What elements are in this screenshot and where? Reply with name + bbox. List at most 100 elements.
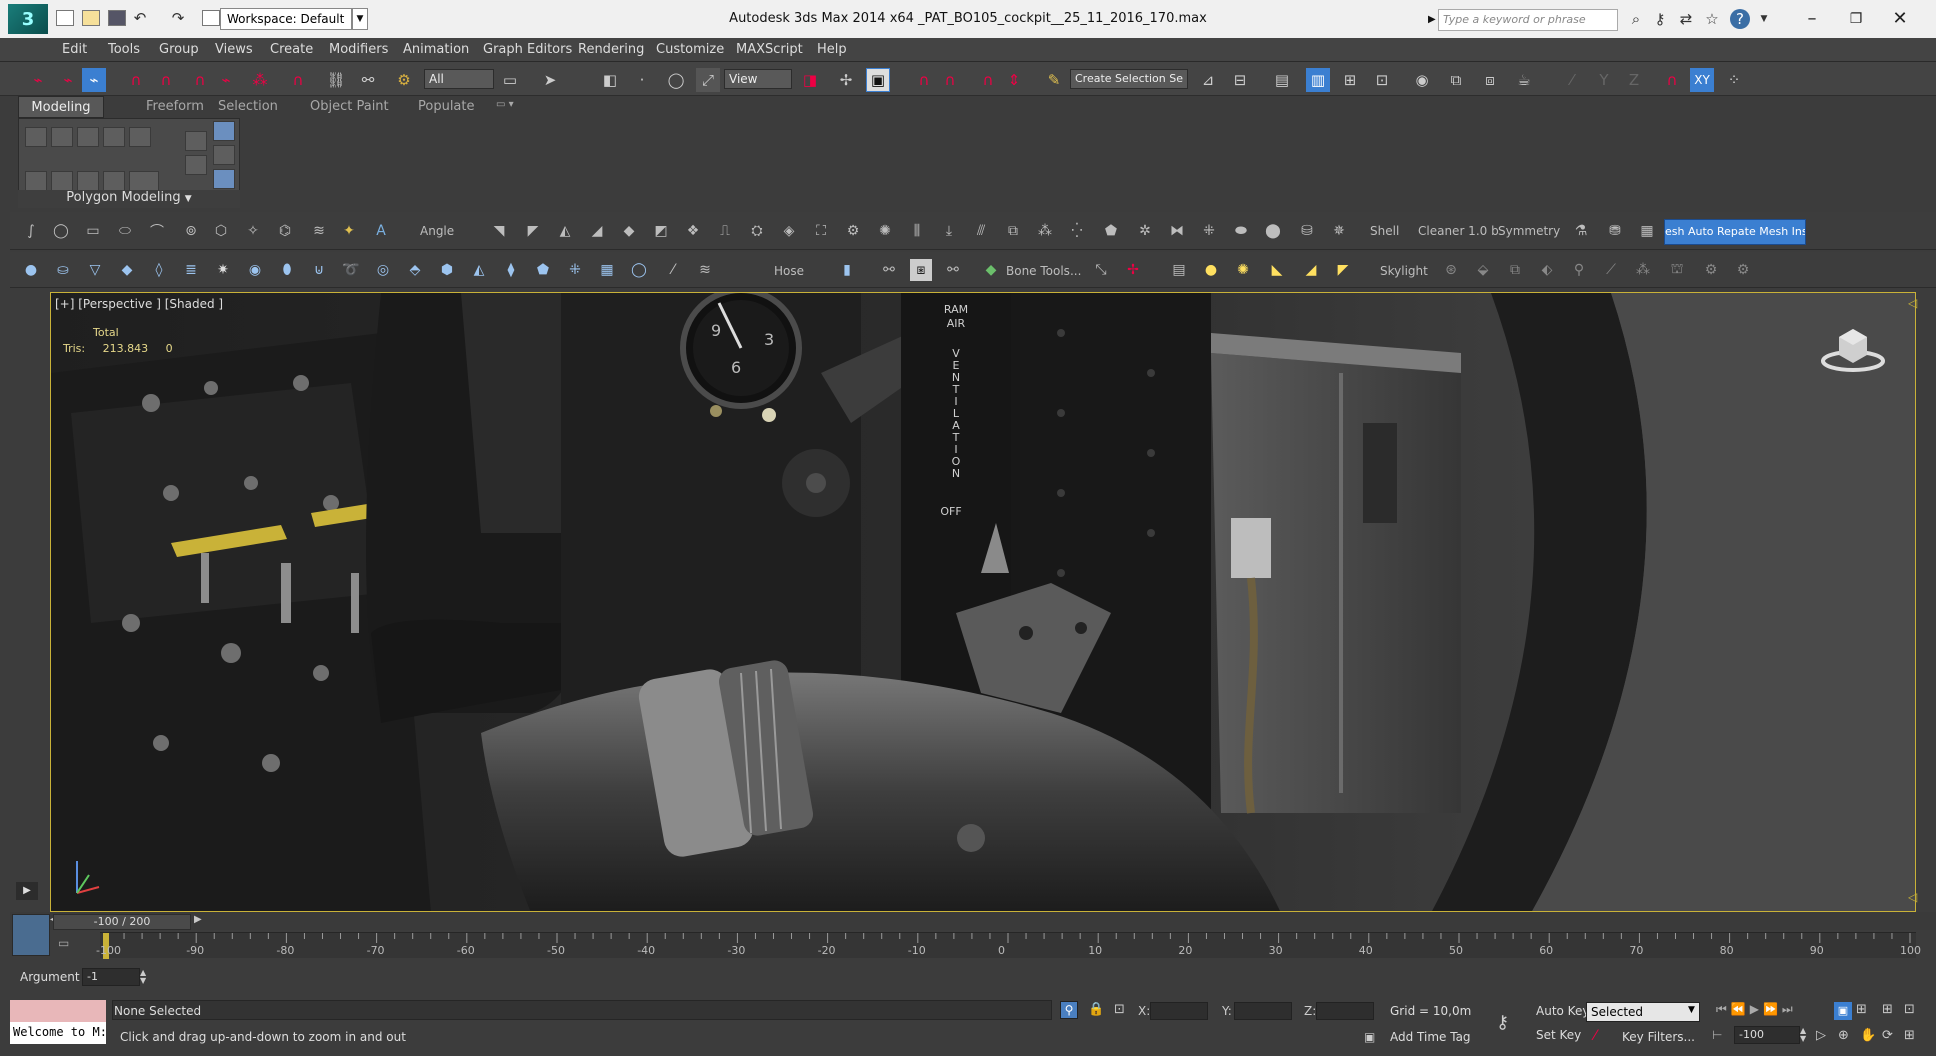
helper-icon[interactable]: ⬙ [1472, 259, 1494, 281]
modifier-icon[interactable]: ⁂ [1034, 220, 1056, 242]
magnet-icon[interactable]: ∩ [124, 68, 148, 92]
magnet-icon[interactable]: ∩ [286, 68, 310, 92]
spinner-snap-icon[interactable]: ⇕ [1002, 68, 1026, 92]
rectangle-select-icon[interactable]: ◧ [598, 68, 622, 92]
hose-label[interactable]: Hose [774, 264, 804, 278]
modifier-icon[interactable]: ⬤ [1262, 220, 1284, 242]
viewport-label[interactable]: [+] [Perspective ] [Shaded ] [55, 297, 223, 311]
menu-item-tools[interactable]: Tools [108, 42, 140, 57]
zoom-icon[interactable]: ⊞ [1856, 1002, 1867, 1017]
viewport-corner-arrow-icon[interactable]: ◁ [1908, 296, 1917, 310]
save-file-icon[interactable] [108, 10, 126, 26]
ribbon-tool-icon[interactable] [213, 145, 235, 165]
pyramid-icon[interactable]: ⬘ [404, 259, 426, 281]
script-icon[interactable]: ⛃ [1604, 220, 1626, 242]
ik-icon[interactable]: ⤡ [1090, 259, 1112, 281]
tab-selection[interactable]: Selection [218, 99, 278, 114]
xy-plane-icon[interactable]: XY [1690, 68, 1714, 92]
y-coord-field[interactable] [1234, 1002, 1292, 1020]
pipe-icon[interactable]: ⁄ [662, 259, 684, 281]
current-frame-field[interactable]: -100 [1734, 1026, 1800, 1044]
orbit-icon[interactable]: ⟳ [1882, 1028, 1893, 1043]
menu-item-create[interactable]: Create [270, 42, 313, 57]
named-selection-set-dropdown[interactable]: Create Selection Se [1070, 69, 1188, 89]
percent-snap-icon[interactable]: ∩ [976, 68, 1000, 92]
modifier-icon[interactable]: ✺ [874, 220, 896, 242]
auto-key-button[interactable]: Auto Key [1536, 1004, 1589, 1018]
axis-constraint-icon[interactable]: ⁄ [1560, 68, 1584, 92]
ribbon-tool-icon[interactable] [77, 171, 99, 191]
modifier-icon[interactable]: ⧉ [1002, 220, 1024, 242]
exchange-icon[interactable]: ⇄ [1676, 9, 1696, 29]
plane-icon[interactable]: ◊ [148, 259, 170, 281]
modifier-icon[interactable]: ⛁ [1296, 220, 1318, 242]
box-icon[interactable]: ◆ [116, 259, 138, 281]
capsule-icon[interactable]: ▮ [836, 259, 858, 281]
magnet-icon[interactable]: ⌁ [214, 68, 238, 92]
tab-object-paint[interactable]: Object Paint [310, 99, 389, 114]
track-bar-icon[interactable]: ▭ [58, 936, 78, 954]
key-filters-button[interactable]: Key Filters... [1622, 1030, 1695, 1044]
maxscript-listener-input[interactable]: Welcome to M: [10, 1022, 106, 1044]
project-folder-icon[interactable] [202, 10, 220, 26]
scene-explorer-icon[interactable]: ▥ [1306, 68, 1330, 92]
geosphere-icon[interactable]: ◉ [244, 259, 266, 281]
camera-icon[interactable]: ▤ [1168, 259, 1190, 281]
modifier-icon[interactable]: ⤓ [938, 220, 960, 242]
symmetry-label[interactable]: Symmetry [1498, 224, 1560, 238]
ribbon-tool-icon[interactable] [25, 127, 47, 147]
bind-icon[interactable]: ⚙ [392, 68, 416, 92]
new-file-icon[interactable] [56, 10, 74, 26]
mirror-icon[interactable]: ⊿ [1196, 68, 1220, 92]
menu-item-rendering[interactable]: Rendering [578, 42, 644, 57]
modifier-icon[interactable]: ⫼ [906, 220, 928, 242]
torus-icon[interactable]: ◎ [372, 259, 394, 281]
ribbon-tool-icon[interactable] [103, 127, 125, 147]
script-icon[interactable]: ⚗ [1570, 220, 1592, 242]
pan-icon[interactable]: ✋ [1860, 1028, 1876, 1043]
3dsmax-logo-icon[interactable]: 3 [8, 4, 48, 34]
capsule-icon[interactable]: ⬮ [276, 259, 298, 281]
modifier-icon[interactable]: ⁛ [1066, 220, 1088, 242]
add-time-tag[interactable]: Add Time Tag [1390, 1030, 1471, 1044]
zoom-region-icon[interactable]: ⊕ [1838, 1028, 1849, 1043]
modifier-icon[interactable]: ◤ [522, 220, 544, 242]
helper-icon[interactable]: ⚙ [1700, 259, 1722, 281]
zoom-extents-icon[interactable]: ⊡ [1904, 1002, 1915, 1017]
cone-icon[interactable]: ▽ [84, 259, 106, 281]
ribbon-tool-icon[interactable] [25, 171, 47, 191]
star-icon[interactable]: ✧ [242, 220, 264, 242]
grid-icon[interactable]: ▦ [596, 259, 618, 281]
selection-filter-dropdown[interactable]: All [424, 69, 494, 89]
menu-item-modifiers[interactable]: Modifiers [329, 42, 388, 57]
egg-icon[interactable]: ✦ [338, 220, 360, 242]
modifier-icon[interactable]: ⛭ [746, 220, 768, 242]
lattice-icon[interactable]: ⁜ [564, 259, 586, 281]
open-file-icon[interactable] [82, 10, 100, 26]
absolute-mode-icon[interactable]: ⊡ [1114, 1002, 1125, 1017]
material-editor-icon[interactable]: ◉ [1410, 68, 1434, 92]
time-slider[interactable] [10, 912, 1936, 930]
set-key-button[interactable]: Set Key [1536, 1028, 1584, 1048]
rectangle-icon[interactable]: ▭ [82, 220, 104, 242]
perspective-viewport[interactable]: 6 3 9 RAM AIR V E N T I L A T I O N OFF [50, 292, 1916, 912]
cleaner-label[interactable]: Cleaner 1.0 b [1418, 224, 1499, 238]
tab-freeform[interactable]: Freeform [146, 99, 204, 114]
restore-icon[interactable]: ❐ [1836, 4, 1876, 34]
reference-coordinate-dropdown[interactable]: View [724, 69, 792, 89]
time-tag-icon[interactable]: ▣ [1364, 1030, 1375, 1044]
modifier-icon[interactable]: ◥ [488, 220, 510, 242]
link-icon[interactable]: ⛓ [324, 68, 348, 92]
minimize-icon[interactable]: – [1792, 4, 1832, 34]
pivot-icon[interactable]: ◨ [798, 68, 822, 92]
target-light-icon[interactable]: ◤ [1332, 259, 1354, 281]
angle-label[interactable]: Angle [420, 224, 454, 238]
ellipse-icon[interactable]: ⬭ [114, 220, 136, 242]
select-by-name-icon[interactable]: ➤ [538, 68, 562, 92]
modifier-icon[interactable]: ⚙ [842, 220, 864, 242]
playback-controls-icon[interactable]: ⏮⏪▶⏩⏭ [1716, 1002, 1797, 1017]
angle-snap-icon[interactable]: ∩ [938, 68, 962, 92]
rig-icon[interactable]: ⧆ [910, 259, 932, 281]
tab-modeling[interactable]: Modeling [18, 96, 104, 118]
modifier-icon[interactable]: ⧓ [1166, 220, 1188, 242]
